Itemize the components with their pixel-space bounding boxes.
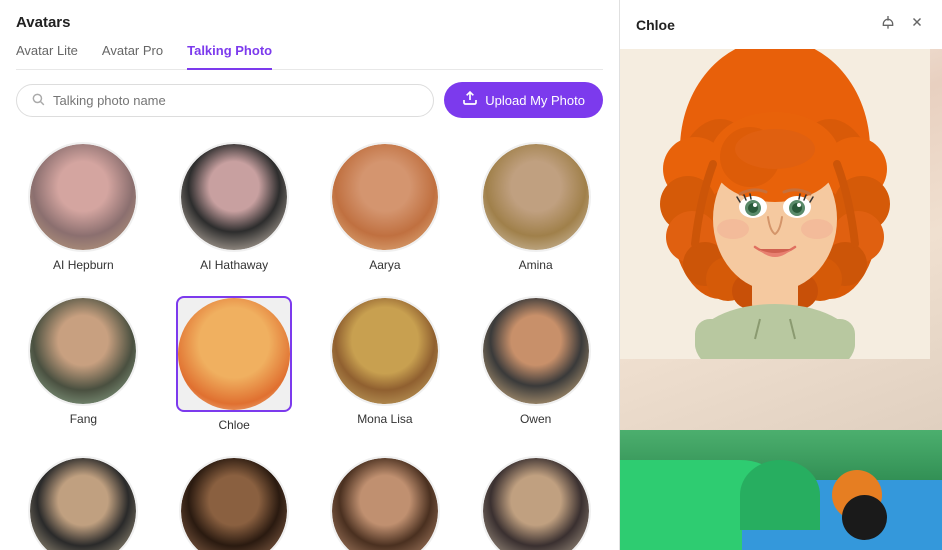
avatar-image [181,144,287,250]
avatar-item[interactable]: Mona Lisa [310,284,461,444]
avatar-image-wrap [330,142,440,252]
avatar-label: Chloe [218,418,249,432]
avatar-label: AI Hathaway [200,258,268,272]
avatar-label: Aarya [369,258,400,272]
avatar-label: Amina [519,258,553,272]
right-panel: Chloe [620,0,942,550]
avatar-item[interactable]: Amina [460,130,611,284]
avatar-item-selected[interactable]: Chloe [159,284,310,444]
avatar-image [483,298,589,404]
avatar-label: Fang [70,412,97,426]
avatar-item[interactable]: Aarya [310,130,461,284]
avatar-image [332,458,438,550]
left-panel: Avatars Avatar Lite Avatar Pro Talking P… [0,0,620,550]
tab-avatar-lite[interactable]: Avatar Lite [16,43,78,70]
avatar-label: Mona Lisa [357,412,412,426]
tab-avatar-pro[interactable]: Avatar Pro [102,43,163,70]
search-input[interactable] [53,93,419,108]
avatar-image [332,298,438,404]
avatar-image-wrap [179,142,289,252]
pin-button[interactable] [878,12,898,37]
avatar-image [30,144,136,250]
right-panel-icons [878,12,926,37]
avatar-item[interactable]: Fang [8,284,159,444]
avatar-image [483,144,589,250]
avatar-image-wrap [330,296,440,406]
avatar-image-wrap [176,296,292,412]
avatar-item[interactable] [8,444,159,550]
avatars-grid: AI Hepburn AI Hathaway Aarya Amina Fan [0,130,619,550]
avatar-image-wrap [481,142,591,252]
avatar-item[interactable]: AI Hathaway [159,130,310,284]
avatar-image-wrap [28,456,138,550]
avatar-image-wrap [481,456,591,550]
avatar-image [483,458,589,550]
avatar-item[interactable]: Owen [460,284,611,444]
tabs: Avatar Lite Avatar Pro Talking Photo [16,43,603,70]
dark-decoration [842,495,887,540]
avatar-item[interactable]: AI Hepburn [8,130,159,284]
upload-icon [462,90,478,110]
search-icon [31,92,45,109]
avatar-image-wrap [28,142,138,252]
upload-button[interactable]: Upload My Photo [444,82,603,118]
tab-talking-photo[interactable]: Talking Photo [187,43,272,70]
avatar-item[interactable] [159,444,310,550]
upload-button-label: Upload My Photo [485,93,585,108]
avatar-image-wrap [330,456,440,550]
right-panel-title: Chloe [636,17,675,33]
avatar-image [30,298,136,404]
avatar-image [30,458,136,550]
avatar-item[interactable] [310,444,461,550]
avatar-preview [620,49,942,430]
right-panel-header: Chloe [620,0,942,49]
avatar-image-wrap [481,296,591,406]
avatar-label: Owen [520,412,551,426]
search-box [16,84,434,117]
avatar-image [332,144,438,250]
avatar-image [181,458,287,550]
avatar-image [178,298,290,410]
close-button[interactable] [908,12,926,37]
scene-background [620,430,942,550]
avatar-image-wrap [179,456,289,550]
avatar-label: AI Hepburn [53,258,114,272]
panel-title: Avatars [16,14,603,31]
avatar-image-wrap [28,296,138,406]
avatar-item[interactable] [460,444,611,550]
search-row: Upload My Photo [0,70,619,130]
panel-header: Avatars Avatar Lite Avatar Pro Talking P… [0,0,619,70]
